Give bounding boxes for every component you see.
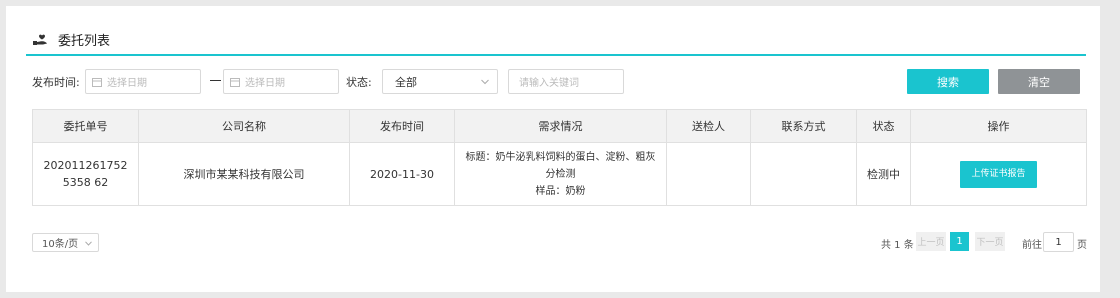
table-row: 2020112617525358 62 深圳市某某科技有限公司 2020-11-… bbox=[32, 142, 1087, 206]
start-date-input[interactable]: 选择日期 bbox=[85, 69, 201, 94]
column-header: 公司名称 bbox=[138, 109, 350, 143]
calendar-icon bbox=[92, 77, 102, 87]
status-select[interactable]: 全部 bbox=[382, 69, 498, 94]
keyword-placeholder: 请输入关键词 bbox=[519, 78, 579, 89]
goto-suffix: 页 bbox=[1077, 240, 1087, 251]
status-cell: 检测中 bbox=[856, 142, 911, 206]
pagination: 10条/页 共 1 条 上一页 1 下一页 前往 1 页 bbox=[32, 232, 1092, 252]
start-date-placeholder: 选择日期 bbox=[107, 78, 147, 89]
clear-button[interactable]: 清空 bbox=[998, 69, 1080, 94]
status-label: 状态: bbox=[346, 76, 372, 89]
table-header-row: 委托单号 公司名称 发布时间 需求情况 送检人 联系方式 状态 操作 bbox=[32, 109, 1087, 143]
calendar-icon bbox=[230, 77, 240, 87]
next-page-button[interactable]: 下一页 bbox=[975, 232, 1005, 251]
requirement-title: 标题：奶牛泌乳料饲料的蛋白、淀粉、粗灰分检测 bbox=[465, 151, 656, 180]
page-size-value: 10条/页 bbox=[42, 239, 79, 250]
requirement-sample: 样品：奶粉 bbox=[535, 185, 586, 197]
search-button[interactable]: 搜索 bbox=[907, 69, 989, 94]
order-table: 委托单号 公司名称 发布时间 需求情况 送检人 联系方式 状态 操作 20201… bbox=[32, 109, 1087, 206]
upload-certificate-button[interactable]: 上传证书报告 bbox=[960, 160, 1037, 188]
page-number-current[interactable]: 1 bbox=[950, 232, 969, 251]
requirement-cell: 标题：奶牛泌乳料饲料的蛋白、淀粉、粗灰分检测 样品：奶粉 bbox=[454, 142, 667, 206]
column-header: 联系方式 bbox=[750, 109, 857, 143]
end-date-placeholder: 选择日期 bbox=[245, 78, 285, 89]
column-header: 操作 bbox=[910, 109, 1087, 143]
page-size-select[interactable]: 10条/页 bbox=[32, 233, 99, 252]
publish-time-cell: 2020-11-30 bbox=[349, 142, 455, 206]
column-header: 状态 bbox=[856, 109, 911, 143]
column-header: 送检人 bbox=[666, 109, 751, 143]
contact-cell bbox=[750, 142, 857, 206]
company-cell: 深圳市某某科技有限公司 bbox=[138, 142, 350, 206]
section-header: 委托列表 bbox=[26, 24, 1086, 56]
status-select-value: 全部 bbox=[395, 75, 417, 89]
column-header: 委托单号 bbox=[32, 109, 139, 143]
filter-bar: 发布时间: 选择日期 选择日期 状态: 全部 请输入关键词 搜索 清空 bbox=[32, 69, 1082, 94]
goto-label: 前往 bbox=[1022, 240, 1042, 251]
total-count: 共 1 条 bbox=[881, 240, 914, 251]
goto-page-input[interactable]: 1 bbox=[1043, 232, 1074, 252]
column-header: 需求情况 bbox=[454, 109, 667, 143]
date-range-separator bbox=[210, 80, 221, 81]
chevron-down-icon bbox=[85, 241, 92, 246]
end-date-input[interactable]: 选择日期 bbox=[223, 69, 339, 94]
order-number-cell: 2020112617525358 62 bbox=[32, 142, 139, 206]
column-header: 发布时间 bbox=[349, 109, 455, 143]
prev-page-button[interactable]: 上一页 bbox=[916, 232, 946, 251]
keyword-input[interactable]: 请输入关键词 bbox=[508, 69, 624, 94]
chevron-down-icon bbox=[481, 79, 489, 85]
page-title: 委托列表 bbox=[58, 33, 111, 49]
hand-holding-icon bbox=[33, 34, 47, 45]
inspector-cell bbox=[666, 142, 751, 206]
action-cell: 上传证书报告 bbox=[910, 142, 1087, 206]
publish-time-label: 发布时间: bbox=[32, 76, 80, 89]
